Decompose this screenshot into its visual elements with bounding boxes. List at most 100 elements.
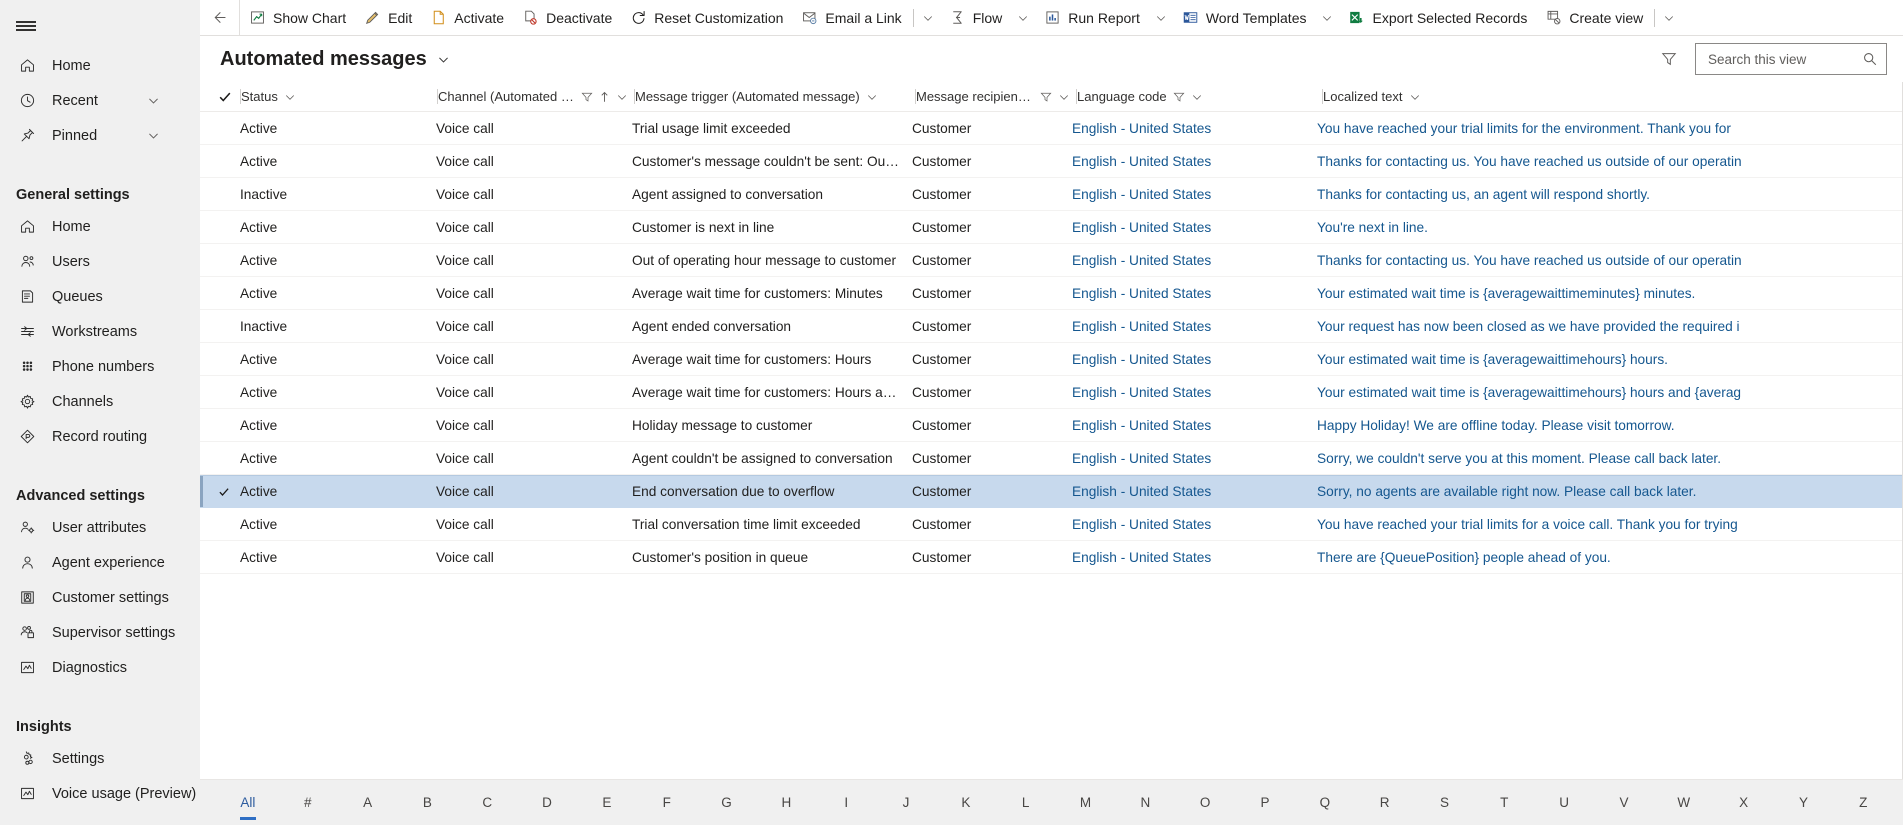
table-row[interactable]: Active Voice call Customer's position in q… bbox=[200, 541, 1903, 574]
alpha-pager-item-z[interactable]: Z bbox=[1833, 788, 1893, 818]
alpha-pager-item-v[interactable]: V bbox=[1594, 788, 1654, 818]
sidebar-item-home[interactable]: Home bbox=[0, 209, 200, 244]
cell-language-code[interactable]: English - United States bbox=[1072, 187, 1317, 202]
table-row[interactable]: Active Voice call Trial usage limit exceed… bbox=[200, 112, 1903, 145]
cell-language-code[interactable]: English - United States bbox=[1072, 550, 1317, 565]
command-create-view-button[interactable]: Create view bbox=[1536, 0, 1652, 35]
cell-localized-text[interactable]: Sorry, we couldn't serve you at this mom… bbox=[1317, 451, 1903, 466]
search-box[interactable] bbox=[1695, 43, 1887, 75]
alpha-pager-item-n[interactable]: N bbox=[1115, 788, 1175, 818]
alpha-pager-item-t[interactable]: T bbox=[1474, 788, 1534, 818]
column-filter-icon[interactable] bbox=[1040, 91, 1052, 103]
chevron-down-icon[interactable] bbox=[1011, 0, 1035, 35]
table-row[interactable]: Active Voice call Agent couldn't be assign… bbox=[200, 442, 1903, 475]
table-row[interactable]: Active Voice call End conversation due to … bbox=[200, 475, 1903, 508]
chevron-down-icon[interactable] bbox=[916, 0, 940, 35]
chevron-down-icon[interactable] bbox=[1149, 0, 1173, 35]
sidebar-item-queues[interactable]: Queues bbox=[0, 279, 200, 314]
sidebar-item-recent[interactable]: Recent bbox=[0, 83, 200, 118]
chevron-down-icon[interactable] bbox=[866, 91, 878, 103]
cell-language-code[interactable]: English - United States bbox=[1072, 253, 1317, 268]
back-arrow-icon[interactable] bbox=[200, 0, 240, 35]
search-icon[interactable] bbox=[1862, 51, 1878, 67]
command-edit-button[interactable]: Edit bbox=[355, 0, 421, 35]
table-row[interactable]: Active Voice call Holiday message to custo… bbox=[200, 409, 1903, 442]
sidebar-item-channels[interactable]: Channels bbox=[0, 384, 200, 419]
alpha-pager-item-e[interactable]: E bbox=[577, 788, 637, 818]
column-sort-ascending-icon[interactable] bbox=[599, 91, 610, 103]
sidebar-item-phone-numbers[interactable]: Phone numbers bbox=[0, 349, 200, 384]
cell-language-code[interactable]: English - United States bbox=[1072, 418, 1317, 433]
cell-language-code[interactable]: English - United States bbox=[1072, 385, 1317, 400]
table-row[interactable]: Active Voice call Trial conversation time … bbox=[200, 508, 1903, 541]
cell-language-code[interactable]: English - United States bbox=[1072, 220, 1317, 235]
command-flow-button[interactable]: Flow bbox=[940, 0, 1012, 35]
cell-localized-text[interactable]: Sorry, no agents are available right now… bbox=[1317, 484, 1903, 499]
sidebar-item-pinned[interactable]: Pinned bbox=[0, 118, 200, 153]
alpha-pager-item-h[interactable]: H bbox=[756, 788, 816, 818]
cell-localized-text[interactable]: Happy Holiday! We are offline today. Ple… bbox=[1317, 418, 1903, 433]
alpha-pager-item-all[interactable]: All bbox=[218, 788, 278, 818]
cell-localized-text[interactable]: There are {QueuePosition} people ahead o… bbox=[1317, 550, 1903, 565]
alpha-pager-item-s[interactable]: S bbox=[1415, 788, 1475, 818]
alpha-pager-item-m[interactable]: M bbox=[1056, 788, 1116, 818]
cell-language-code[interactable]: English - United States bbox=[1072, 484, 1317, 499]
alpha-pager-item-o[interactable]: O bbox=[1175, 788, 1235, 818]
table-row[interactable]: Inactive Voice call Agent assigned to conv… bbox=[200, 178, 1903, 211]
column-filter-icon[interactable] bbox=[581, 91, 593, 103]
chevron-down-icon[interactable] bbox=[1657, 0, 1681, 35]
column-header-status[interactable]: Status bbox=[241, 82, 437, 112]
filter-icon[interactable] bbox=[1653, 43, 1685, 75]
column-header-message-recipient-[interactable]: Message recipient (... bbox=[916, 82, 1076, 112]
alpha-pager-item-a[interactable]: A bbox=[338, 788, 398, 818]
cell-localized-text[interactable]: You're next in line. bbox=[1317, 220, 1903, 235]
alpha-pager-item-j[interactable]: J bbox=[876, 788, 936, 818]
command-activate-button[interactable]: Activate bbox=[421, 0, 513, 35]
cell-localized-text[interactable]: Thanks for contacting us. You have reach… bbox=[1317, 253, 1903, 268]
alpha-pager-item-l[interactable]: L bbox=[996, 788, 1056, 818]
table-row[interactable]: Active Voice call Average wait time for cu… bbox=[200, 277, 1903, 310]
chevron-down-icon[interactable] bbox=[1058, 91, 1070, 103]
column-header-language-code[interactable]: Language code bbox=[1077, 82, 1322, 112]
cell-localized-text[interactable]: Your request has now been closed as we h… bbox=[1317, 319, 1903, 334]
cell-language-code[interactable]: English - United States bbox=[1072, 451, 1317, 466]
column-filter-icon[interactable] bbox=[1173, 91, 1185, 103]
select-all-checkbox[interactable] bbox=[218, 90, 240, 104]
cell-localized-text[interactable]: Thanks for contacting us. You have reach… bbox=[1317, 154, 1903, 169]
chevron-down-icon[interactable] bbox=[616, 91, 628, 103]
table-row[interactable]: Active Voice call Average wait time for cu… bbox=[200, 376, 1903, 409]
sidebar-item-customer-settings[interactable]: Customer settings bbox=[0, 580, 200, 615]
alpha-pager-item-d[interactable]: D bbox=[517, 788, 577, 818]
command-export-selected-records-button[interactable]: Export Selected Records bbox=[1339, 0, 1536, 35]
sidebar-item-user-attributes[interactable]: User attributes bbox=[0, 510, 200, 545]
table-row[interactable]: Inactive Voice call Agent ended conversati… bbox=[200, 310, 1903, 343]
command-show-chart-button[interactable]: Show Chart bbox=[240, 0, 355, 35]
column-header-localized-text[interactable]: Localized text bbox=[1323, 82, 1903, 112]
page-title[interactable]: Automated messages bbox=[220, 48, 450, 71]
chevron-down-icon[interactable] bbox=[1315, 0, 1339, 35]
table-row[interactable]: Active Voice call Customer is next in line… bbox=[200, 211, 1903, 244]
sidebar-item-voice-usage-preview-[interactable]: Voice usage (Preview) bbox=[0, 776, 200, 811]
alpha-pager-item-g[interactable]: G bbox=[697, 788, 757, 818]
alpha-pager-item-c[interactable]: C bbox=[457, 788, 517, 818]
cell-language-code[interactable]: English - United States bbox=[1072, 286, 1317, 301]
table-row[interactable]: Active Voice call Customer's message could… bbox=[200, 145, 1903, 178]
sidebar-item-users[interactable]: Users bbox=[0, 244, 200, 279]
column-header-message-trigger-automated-message-[interactable]: Message trigger (Automated message) bbox=[635, 82, 915, 112]
command-reset-customization-button[interactable]: Reset Customization bbox=[621, 0, 792, 35]
alpha-pager-item-r[interactable]: R bbox=[1355, 788, 1415, 818]
column-header-channel-automated-message-[interactable]: Channel (Automated message) bbox=[438, 82, 634, 112]
sidebar-item-workstreams[interactable]: Workstreams bbox=[0, 314, 200, 349]
cell-localized-text[interactable]: Thanks for contacting us, an agent will … bbox=[1317, 187, 1903, 202]
cell-language-code[interactable]: English - United States bbox=[1072, 121, 1317, 136]
cell-language-code[interactable]: English - United States bbox=[1072, 319, 1317, 334]
table-row[interactable]: Active Voice call Average wait time for cu… bbox=[200, 343, 1903, 376]
chevron-down-icon[interactable] bbox=[147, 129, 160, 142]
chevron-down-icon[interactable] bbox=[1191, 91, 1203, 103]
alpha-pager-item-k[interactable]: K bbox=[936, 788, 996, 818]
table-row[interactable]: Active Voice call Out of operating hour me… bbox=[200, 244, 1903, 277]
alpha-pager-item-f[interactable]: F bbox=[637, 788, 697, 818]
command-run-report-button[interactable]: Run Report bbox=[1035, 0, 1149, 35]
chevron-down-icon[interactable] bbox=[437, 53, 450, 66]
alpha-pager-item-w[interactable]: W bbox=[1654, 788, 1714, 818]
